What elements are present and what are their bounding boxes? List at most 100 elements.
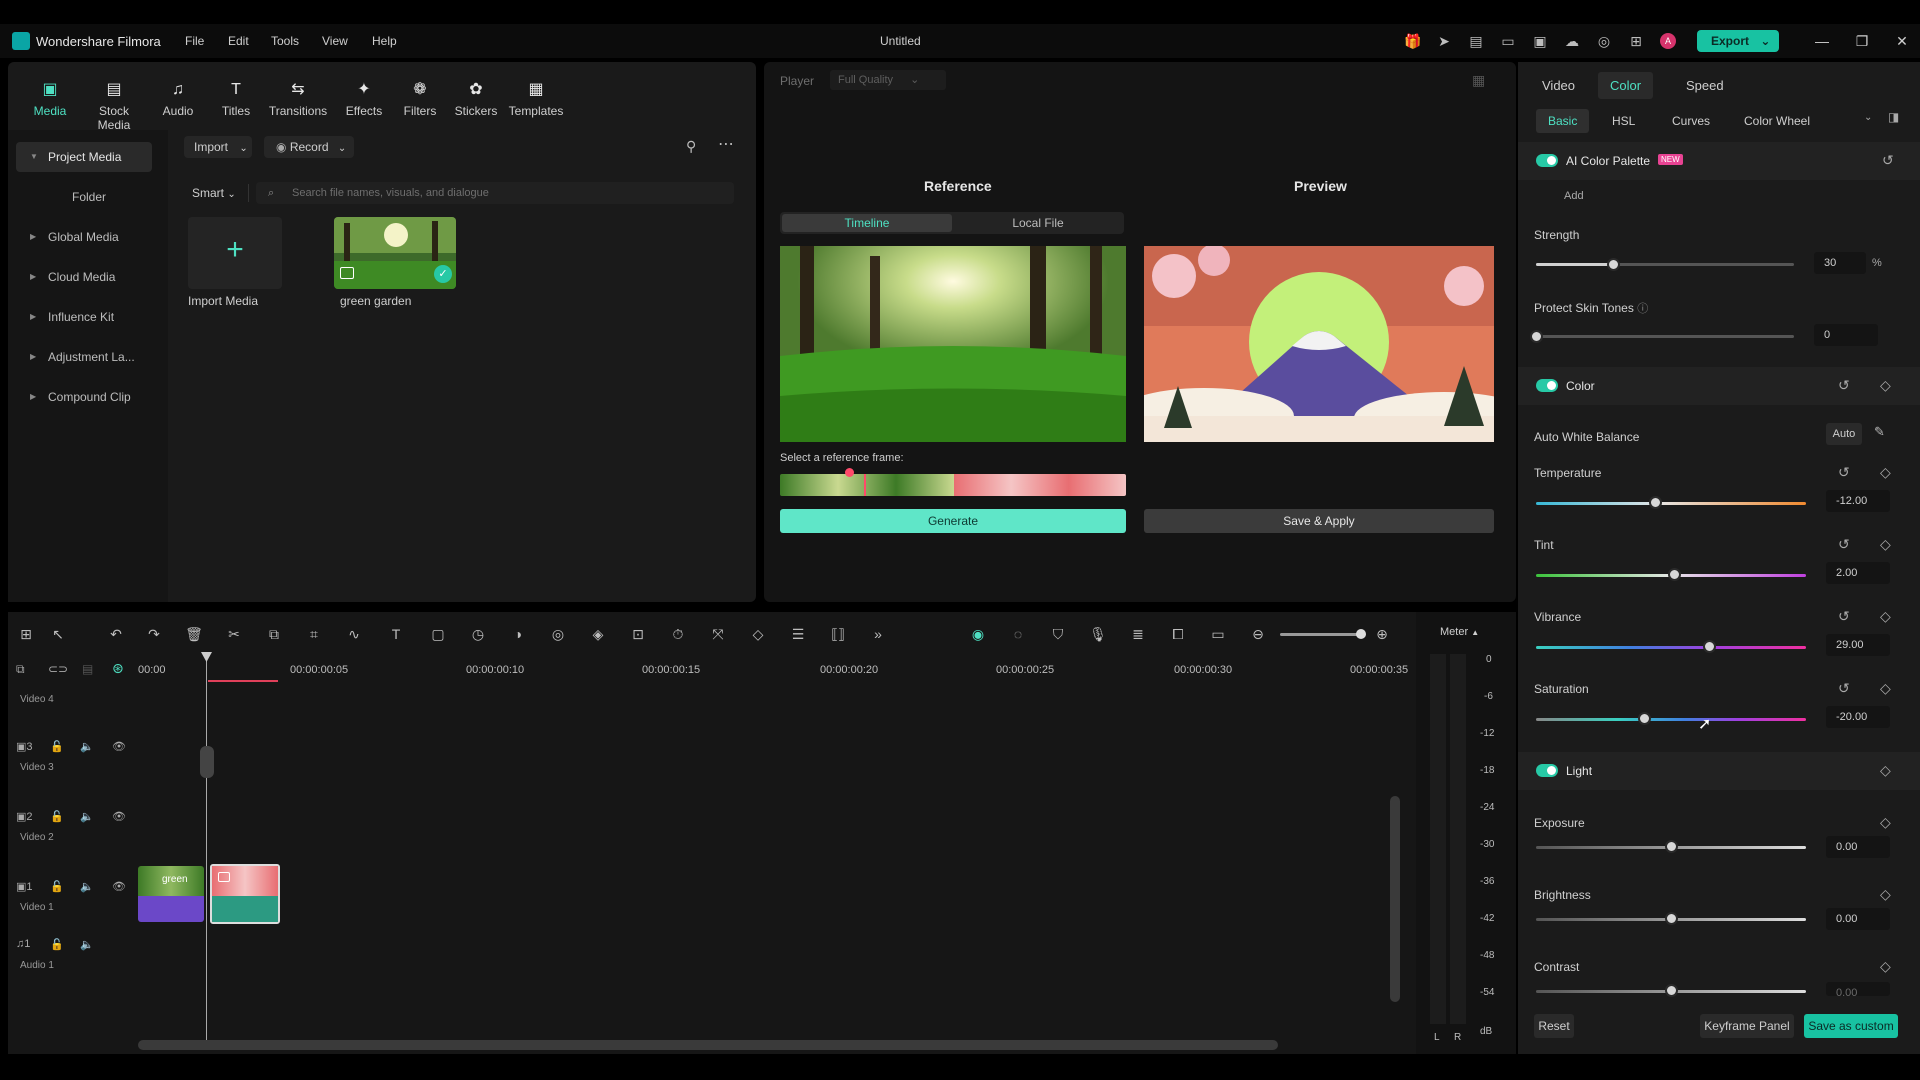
saturation-slider-knob[interactable]: [1638, 712, 1651, 725]
brightness-value[interactable]: 0.00: [1826, 908, 1890, 930]
tab-local-file[interactable]: Local File: [954, 214, 1122, 232]
tool-audio[interactable]: ♫ Audio: [146, 80, 210, 118]
ai-icon[interactable]: ◎: [548, 624, 568, 644]
headset-icon[interactable]: ◎: [1596, 33, 1612, 49]
generate-button[interactable]: Generate: [780, 509, 1126, 533]
import-dropdown[interactable]: Import ⌄: [184, 136, 252, 158]
zoom-slider[interactable]: [1280, 633, 1364, 636]
reset-icon[interactable]: ↺: [1838, 608, 1850, 625]
save-as-custom-button[interactable]: Save as custom: [1804, 1014, 1898, 1038]
record-dropdown[interactable]: ◉ Record ⌄: [264, 136, 354, 158]
render-icon[interactable]: ◌: [1008, 624, 1028, 644]
keyframe-icon[interactable]: ◇: [1880, 762, 1891, 779]
speaker-icon[interactable]: 🔈: [80, 880, 94, 893]
chevron-down-icon[interactable]: ⌄: [1864, 112, 1872, 123]
meter-dropdown[interactable]: Meter ▲: [1440, 626, 1479, 638]
select-tool-icon[interactable]: ↖: [48, 624, 68, 644]
panel-toggle-icon[interactable]: ◨: [1888, 110, 1899, 124]
keyframe-icon[interactable]: ◇: [748, 624, 768, 644]
add-palette-button[interactable]: Add: [1564, 190, 1584, 202]
marker-icon[interactable]: ⛉: [1048, 624, 1068, 644]
menu-tools[interactable]: Tools: [271, 34, 299, 48]
subtab-curves[interactable]: Curves: [1672, 114, 1710, 128]
filter-icon[interactable]: ⚲: [686, 138, 696, 155]
subtab-basic[interactable]: Basic: [1536, 109, 1590, 133]
reset-icon[interactable]: ↺: [1838, 680, 1850, 697]
eye-icon[interactable]: 👁: [112, 810, 126, 823]
redo-icon[interactable]: ↷: [144, 624, 164, 644]
adjust-icon[interactable]: ☰: [788, 624, 808, 644]
tint-value[interactable]: 2.00: [1826, 562, 1890, 584]
skin-track[interactable]: [1536, 335, 1794, 338]
info-icon[interactable]: ⓘ: [1637, 303, 1648, 315]
lock-all-icon[interactable]: ▤: [82, 662, 93, 676]
reset-icon[interactable]: ↺: [1838, 464, 1850, 481]
subtab-color-wheel[interactable]: Color Wheel: [1744, 114, 1810, 128]
more-icon[interactable]: ⋯: [718, 134, 734, 154]
mask-icon[interactable]: ◈: [588, 624, 608, 644]
tree-cloud-media[interactable]: ▶ Cloud Media: [16, 262, 152, 292]
tab-timeline[interactable]: Timeline: [782, 214, 952, 232]
more-tools-icon[interactable]: »: [868, 624, 888, 644]
reset-icon[interactable]: ↺: [1838, 377, 1850, 394]
vibrance-track[interactable]: [1536, 646, 1806, 649]
zoom-out-icon[interactable]: ⊖: [1248, 624, 1268, 644]
eye-icon[interactable]: 👁: [112, 740, 126, 753]
display-icon[interactable]: ▭: [1500, 33, 1516, 49]
tree-folder[interactable]: Folder: [16, 182, 152, 212]
track-scroll-handle[interactable]: [200, 746, 214, 778]
menu-file[interactable]: File: [185, 34, 204, 48]
export-button[interactable]: Export ⌄: [1697, 30, 1779, 52]
light-toggle[interactable]: [1536, 764, 1558, 777]
keyframe-icon[interactable]: ◇: [1880, 536, 1891, 553]
tab-video[interactable]: Video: [1542, 78, 1575, 93]
eye-icon[interactable]: 👁: [112, 880, 126, 893]
search-input[interactable]: ⌕ Search file names, visuals, and dialog…: [256, 182, 734, 204]
menu-view[interactable]: View: [322, 34, 348, 48]
tree-project-media[interactable]: ▼ Project Media: [16, 142, 152, 172]
tree-influence-kit[interactable]: ▶ Influence Kit: [16, 302, 152, 332]
split-icon[interactable]: ✂: [224, 624, 244, 644]
minimize-icon[interactable]: —: [1810, 30, 1834, 52]
temperature-value[interactable]: -12.00: [1826, 490, 1890, 512]
close-icon[interactable]: ✕: [1890, 30, 1914, 52]
media-icon[interactable]: ▤: [1468, 33, 1484, 49]
contrast-value[interactable]: 0.00: [1826, 982, 1890, 996]
cloud-icon[interactable]: ☁: [1564, 33, 1580, 49]
avatar[interactable]: A: [1660, 33, 1676, 49]
vibrance-slider-knob[interactable]: [1702, 640, 1716, 653]
speaker-icon[interactable]: 🔈: [80, 810, 94, 823]
save-apply-button[interactable]: Save & Apply: [1144, 509, 1494, 533]
playhead[interactable]: [206, 654, 207, 1048]
layout-grid-icon[interactable]: ⊞: [16, 624, 36, 644]
frame-marker[interactable]: [864, 474, 866, 496]
temperature-slider-knob[interactable]: [1648, 496, 1662, 509]
strength-value[interactable]: 30: [1814, 252, 1866, 274]
time-ruler[interactable]: 00:00 00:00:00:05 00:00:00:10 00:00:00:1…: [138, 658, 1408, 682]
detach-icon[interactable]: ⧉: [264, 624, 284, 644]
clip-mountain-selected[interactable]: [210, 864, 280, 924]
timer-icon[interactable]: ⏱: [668, 624, 688, 644]
keyframe-icon[interactable]: ◇: [1880, 886, 1891, 903]
audio-icon[interactable]: ∿: [344, 624, 364, 644]
reset-icon[interactable]: ↺: [1882, 152, 1894, 169]
send-icon[interactable]: ➤: [1436, 33, 1452, 49]
vertical-scrollbar[interactable]: [1390, 796, 1400, 1002]
ai-mode-icon[interactable]: ◉: [968, 624, 988, 644]
subtitle-icon[interactable]: ▭: [1208, 624, 1228, 644]
crop-icon[interactable]: ⌗: [304, 624, 324, 644]
menu-edit[interactable]: Edit: [228, 34, 249, 48]
bracket-icon[interactable]: ⟦⟧: [828, 624, 848, 644]
tab-speed[interactable]: Speed: [1686, 78, 1724, 93]
keyframe-icon[interactable]: ◇: [1880, 958, 1891, 975]
add-track-icon[interactable]: ⧉: [16, 662, 25, 677]
exposure-value[interactable]: 0.00: [1826, 836, 1890, 858]
tab-color[interactable]: Color: [1598, 72, 1654, 99]
exposure-slider-knob[interactable]: [1665, 840, 1678, 853]
eyedropper-icon[interactable]: ✎: [1874, 424, 1885, 440]
keyframe-icon[interactable]: ◇: [1880, 814, 1891, 831]
keyframe-panel-button[interactable]: Keyframe Panel: [1700, 1014, 1794, 1038]
subtab-hsl[interactable]: HSL: [1612, 114, 1635, 128]
quality-dropdown[interactable]: Full Quality ⌄: [830, 70, 946, 90]
shape-icon[interactable]: ▢: [428, 624, 448, 644]
